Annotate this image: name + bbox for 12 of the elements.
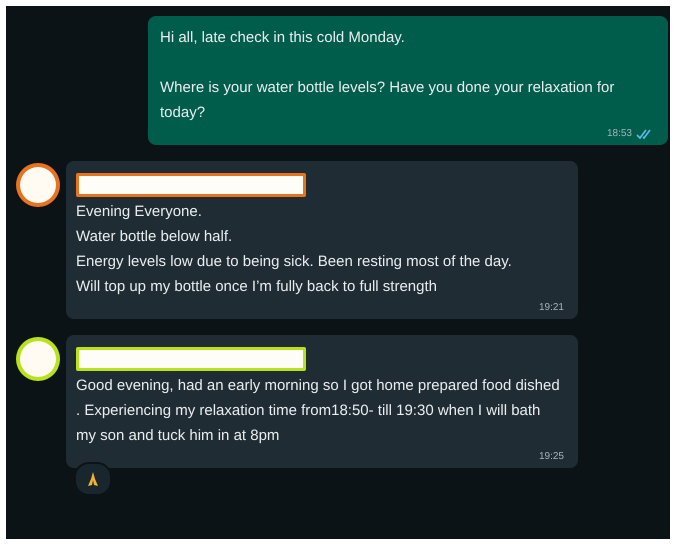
message-text: Energy levels low due to being sick. Been resting most of the day. [76,252,513,272]
message-time: 19:21 [538,302,564,314]
message-time: 19:25 [538,451,564,463]
message-text: Water bottle below half. [76,227,234,247]
message-text: Will top up my bottle once I’m fully back to full strength [76,277,438,297]
message-text: Where is your water bottle levels? Have you done your relaxation for today? [160,78,616,123]
message-text: Good evening, had an early morning so I got home prepared food dished . Experiencing my relaxation time from18:50- till 19:30 when I will bath my son and tuck him in at 8pm [76,376,561,446]
praying-hands-icon [87,471,99,487]
message-text: Evening Everyone. [76,202,203,222]
reaction-badge[interactable] [74,462,112,496]
message-time: 18:53 [606,128,632,140]
message-text: Hi all, late check in this cold Monday. [160,28,406,48]
